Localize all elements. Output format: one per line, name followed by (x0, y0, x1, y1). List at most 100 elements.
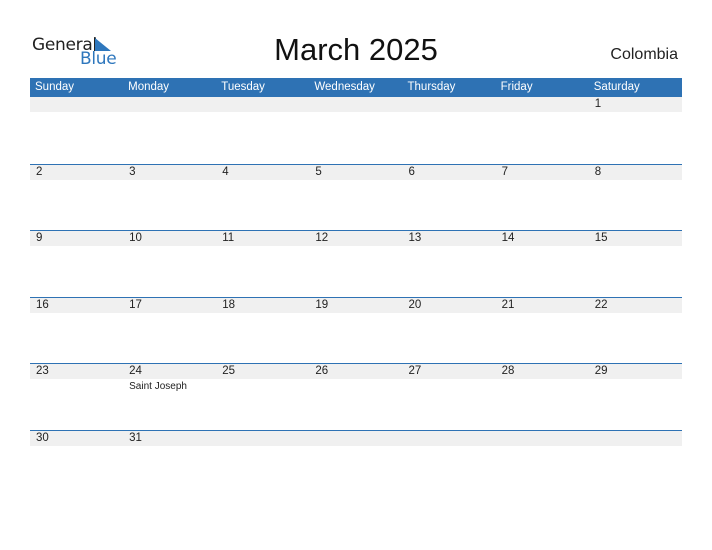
day-number (222, 431, 309, 446)
day-cell[interactable]: 16 (30, 298, 123, 313)
day-number (502, 431, 589, 446)
day-cell[interactable] (309, 97, 402, 112)
day-cell[interactable]: 11 (216, 231, 309, 246)
day-number: 26 (315, 365, 329, 378)
day-number (315, 97, 402, 112)
day-cell[interactable]: 27 (403, 364, 496, 393)
day-cell[interactable]: 26 (309, 364, 402, 393)
day-cell[interactable] (403, 97, 496, 112)
weekday-friday: Friday (500, 81, 533, 93)
day-cell[interactable] (123, 97, 216, 112)
day-cell[interactable]: 22 (589, 298, 682, 313)
day-cell[interactable]: 25 (216, 364, 309, 393)
week-row: 30 31 (30, 429, 682, 497)
day-number: 15 (594, 232, 608, 245)
day-number (409, 97, 496, 112)
day-number: 1 (594, 98, 602, 110)
day-cell[interactable]: 13 (403, 231, 496, 246)
calendar-grid: Sunday Monday Tuesday Wednesday Thursday Frid… (30, 78, 682, 497)
day-cell[interactable]: 6 (403, 165, 496, 180)
day-number: 24 (129, 365, 142, 378)
week-row: 1 (30, 97, 682, 164)
day-number (315, 431, 402, 446)
day-number: 2 (36, 165, 43, 178)
weeks-container: 1 2 3 4 5 6 7 8 9 10 11 12 13 14 15 16 17 18 19 20 21 22 23 24 S… (30, 97, 682, 497)
day-number: 29 (594, 365, 608, 378)
day-cell[interactable]: 29 (589, 364, 682, 393)
page-title: March 2025 (274, 32, 438, 67)
day-cell[interactable]: 24 Saint Joseph (123, 364, 216, 393)
day-number (222, 97, 309, 112)
week-cells: 9 10 11 12 13 14 15 (30, 231, 682, 246)
day-number: 28 (501, 365, 515, 378)
week-cells: 2 3 4 5 6 7 8 (30, 165, 682, 180)
day-number (502, 97, 589, 112)
day-number: 4 (222, 165, 229, 178)
week-row: 2 3 4 5 6 7 8 (30, 163, 682, 231)
day-number (36, 97, 123, 112)
day-number: 11 (222, 232, 235, 245)
day-cell[interactable]: 15 (589, 231, 682, 246)
day-cell[interactable]: 7 (496, 165, 589, 180)
day-cell[interactable]: 8 (589, 165, 682, 180)
day-cell[interactable]: 21 (496, 298, 589, 313)
day-number: 16 (36, 298, 49, 311)
day-cell[interactable]: 20 (403, 298, 496, 313)
weekday-monday: Monday (128, 81, 170, 93)
day-cell[interactable]: 1 (589, 97, 682, 112)
day-cell[interactable]: 3 (123, 165, 216, 180)
day-cell[interactable]: 14 (496, 231, 589, 246)
day-number: 9 (36, 232, 43, 245)
day-number: 19 (315, 298, 329, 311)
day-cell[interactable]: 28 (496, 364, 589, 393)
day-number: 18 (222, 298, 236, 311)
day-cell[interactable] (403, 431, 496, 446)
day-cell[interactable]: 12 (309, 231, 402, 246)
day-cell[interactable] (309, 431, 402, 446)
day-number: 22 (594, 298, 608, 311)
day-number: 25 (222, 365, 236, 378)
day-number: 6 (408, 165, 415, 178)
day-number: 30 (36, 431, 49, 444)
week-row: 9 10 11 12 13 14 15 (30, 230, 682, 297)
weekday-sunday: Sunday (35, 81, 75, 93)
day-number: 7 (501, 165, 509, 178)
day-cell[interactable]: 9 (30, 231, 123, 246)
day-number: 21 (501, 298, 515, 311)
day-cell[interactable] (496, 97, 589, 112)
day-number: 27 (408, 365, 422, 378)
day-cell[interactable]: 5 (309, 165, 402, 180)
day-cell[interactable]: 2 (30, 165, 123, 180)
day-cell[interactable] (589, 431, 682, 446)
day-number: 13 (408, 232, 422, 245)
week-row: 23 24 Saint Joseph 25 26 27 28 29 (30, 363, 682, 430)
week-cells: 30 31 (30, 431, 682, 446)
weekday-tuesday: Tuesday (221, 81, 265, 93)
day-cell[interactable] (216, 431, 309, 446)
day-cell[interactable] (496, 431, 589, 446)
day-number: 10 (129, 232, 142, 245)
day-number: 23 (36, 365, 49, 378)
week-cells: 1 (30, 97, 682, 112)
day-cell[interactable]: 23 (30, 364, 123, 393)
week-cells: 16 17 18 19 20 21 22 (30, 298, 682, 313)
weekday-thursday: Thursday (407, 81, 456, 93)
day-number: 31 (129, 431, 142, 444)
day-number (129, 97, 216, 112)
day-cell[interactable]: 30 (30, 431, 123, 446)
day-number (595, 431, 682, 446)
day-cell[interactable]: 10 (123, 231, 216, 246)
day-cell[interactable]: 17 (123, 298, 216, 313)
day-cell[interactable]: 4 (216, 165, 309, 180)
week-row: 16 17 18 19 20 21 22 (30, 296, 682, 364)
day-cell[interactable]: 19 (309, 298, 402, 313)
day-cell[interactable]: 18 (216, 298, 309, 313)
day-cell[interactable] (216, 97, 309, 112)
day-number (409, 431, 496, 446)
day-cell[interactable] (30, 97, 123, 112)
day-number: 17 (129, 298, 142, 311)
day-cell[interactable]: 31 (123, 431, 216, 446)
day-number: 8 (594, 165, 602, 178)
day-number: 12 (315, 232, 329, 245)
day-number: 20 (408, 298, 422, 311)
